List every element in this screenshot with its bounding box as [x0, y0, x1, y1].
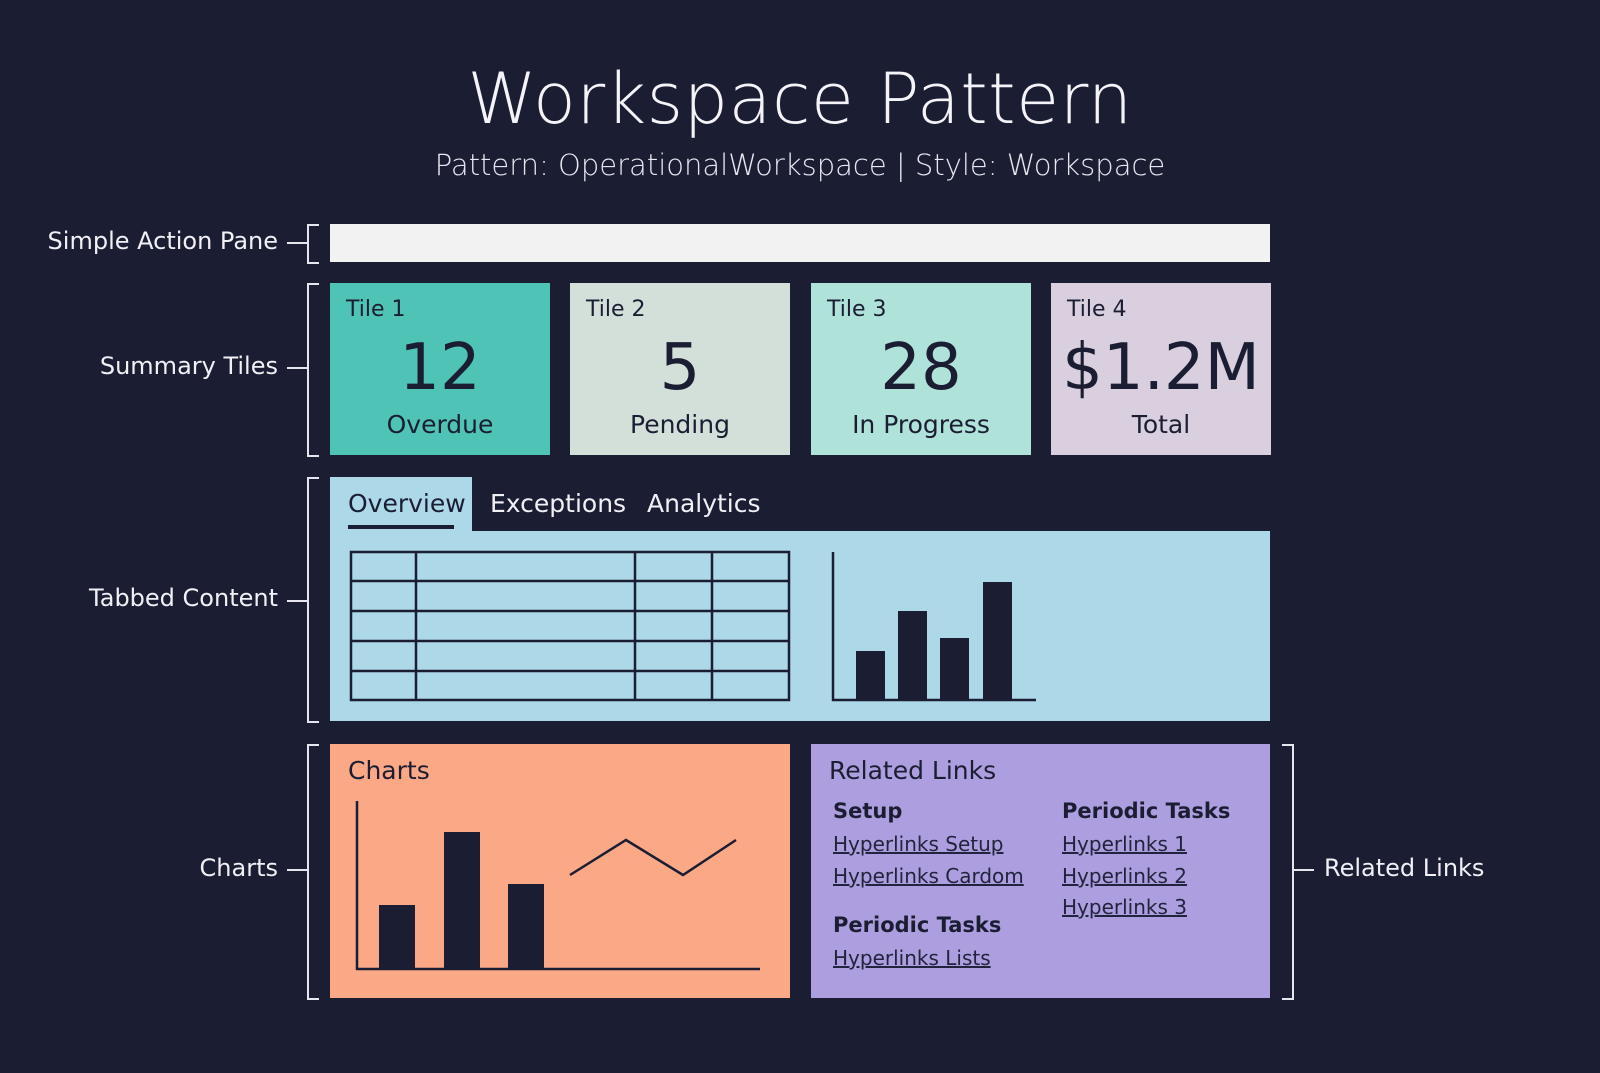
annotation-bracket: [307, 477, 319, 723]
chart-bar: [940, 638, 969, 700]
annotation-charts: Charts: [199, 854, 278, 882]
tile-caption: Pending: [630, 410, 730, 439]
link-hyperlinks-2[interactable]: Hyperlinks 2: [1062, 864, 1187, 888]
annotation-tick: [287, 600, 307, 602]
active-tab-indicator: [348, 525, 454, 529]
annotation-tick: [287, 869, 307, 871]
annotation-tick: [287, 242, 307, 244]
periodic-tasks-group-title: Periodic Tasks: [1062, 799, 1231, 823]
annotation-tabbed-content: Tabbed Content: [89, 584, 278, 612]
annotation-bracket: [307, 744, 319, 1000]
tab-exceptions[interactable]: Exceptions: [490, 489, 626, 518]
tile-value: 5: [659, 331, 701, 405]
chart-bar: [444, 832, 480, 969]
periodic-tasks-group-title: Periodic Tasks: [833, 913, 1002, 937]
summary-tile-3[interactable]: Tile 3 28 In Progress: [811, 283, 1031, 455]
chart-bar: [508, 884, 544, 969]
annotation-summary-tiles: Summary Tiles: [99, 352, 278, 380]
chart-bar: [898, 611, 927, 700]
tile-caption: Overdue: [386, 410, 494, 439]
annotation-related-links: Related Links: [1324, 854, 1485, 882]
tile-value: $1.2M: [1062, 331, 1260, 405]
related-links-panel: Related Links Setup Hyperlinks Setup Hyp…: [811, 744, 1270, 998]
tile-label: Tile 3: [827, 297, 887, 322]
tile-label: Tile 1: [346, 297, 406, 322]
chart-bar: [379, 905, 415, 969]
tile-label: Tile 2: [586, 297, 646, 322]
setup-group-title: Setup: [833, 799, 903, 823]
overview-placeholder-graphics: [349, 550, 1036, 702]
tile-caption: Total: [1131, 410, 1191, 439]
tab-content-panel: [330, 531, 1270, 721]
related-links-title: Related Links: [829, 756, 997, 785]
annotation-bracket: [307, 283, 319, 457]
link-hyperlinks-cardom[interactable]: Hyperlinks Cardom: [833, 864, 1024, 888]
tab-overview[interactable]: Overview: [348, 489, 466, 518]
table-placeholder: [349, 550, 791, 702]
link-hyperlinks-lists[interactable]: Hyperlinks Lists: [833, 946, 991, 970]
annotation-tick: [287, 367, 307, 369]
link-hyperlinks-1[interactable]: Hyperlinks 1: [1062, 832, 1187, 856]
annotation-bracket: [1282, 744, 1294, 1000]
tile-value: 28: [880, 331, 962, 405]
page-subtitle: Pattern: OperationalWorkspace | Style: W…: [434, 148, 1166, 182]
charts-panel: Charts: [330, 744, 790, 998]
chart-line: [569, 838, 737, 877]
summary-tile-2[interactable]: Tile 2 5 Pending: [570, 283, 790, 455]
chart-bar: [983, 582, 1012, 700]
chart-bar: [856, 651, 885, 700]
tile-label: Tile 4: [1067, 297, 1127, 322]
annotation-tick: [1294, 869, 1314, 871]
annotation-action-pane: Simple Action Pane: [47, 227, 278, 255]
summary-tile-4[interactable]: Tile 4 $1.2M Total: [1051, 283, 1271, 455]
annotation-bracket: [307, 224, 319, 264]
tab-analytics[interactable]: Analytics: [647, 489, 761, 518]
bar-chart-placeholder: [831, 552, 1036, 702]
action-pane[interactable]: [330, 224, 1270, 262]
tile-value: 12: [399, 331, 481, 405]
page-title: Workspace Pattern: [467, 58, 1133, 140]
tile-caption: In Progress: [852, 410, 990, 439]
link-hyperlinks-3[interactable]: Hyperlinks 3: [1062, 895, 1187, 919]
link-hyperlinks-setup[interactable]: Hyperlinks Setup: [833, 832, 1003, 856]
charts-placeholder-graphics: [355, 801, 760, 971]
summary-tile-1[interactable]: Tile 1 12 Overdue: [330, 283, 550, 455]
